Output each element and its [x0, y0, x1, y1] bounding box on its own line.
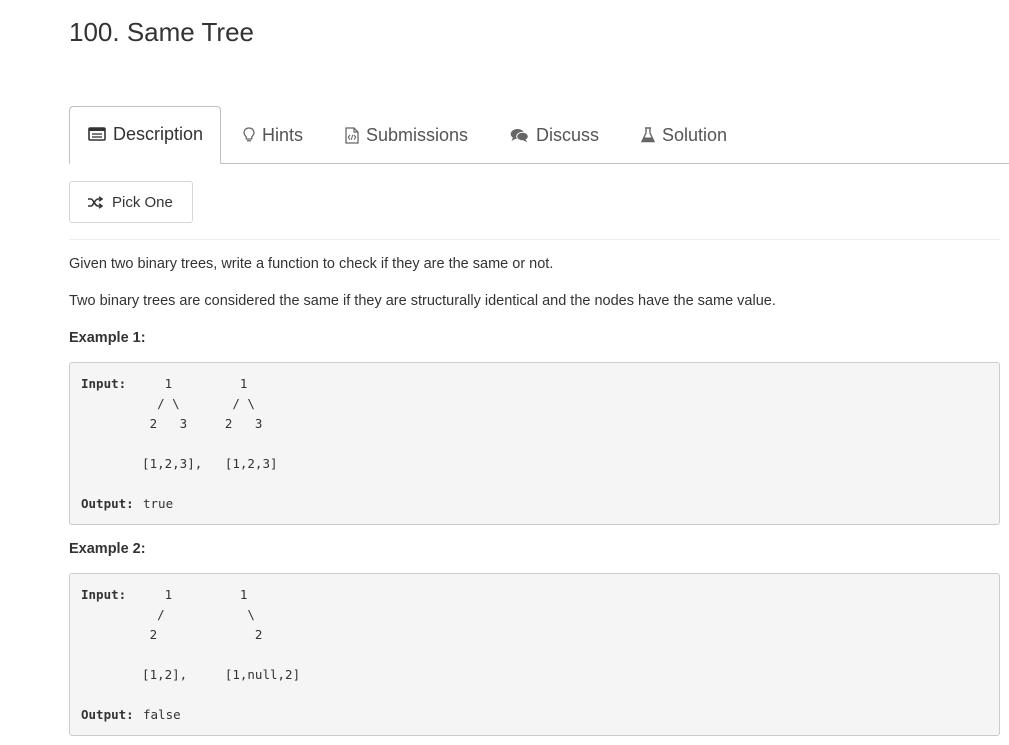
code-file-icon: [345, 126, 359, 144]
input-label: Input:: [81, 587, 127, 602]
output-label: Output:: [81, 496, 134, 511]
example-2-title: Example 2:: [69, 541, 146, 557]
tab-hints-label: Hints: [262, 124, 304, 145]
example-line: 2 3 2 3: [127, 416, 263, 431]
example-1-title: Example 1:: [69, 330, 146, 346]
tab-bar: Description Hints Submissions Discuss So…: [69, 106, 1009, 164]
shuffle-icon: [87, 195, 103, 209]
pick-one-button[interactable]: Pick One: [69, 181, 193, 223]
tab-solution[interactable]: Solution: [641, 106, 727, 164]
comments-icon: [510, 128, 529, 143]
example-line: / \ / \: [127, 396, 255, 411]
example-line: [1,2,3], [1,2,3]: [127, 456, 278, 471]
input-label: Input:: [81, 376, 127, 391]
output-value: false: [143, 707, 181, 722]
description-paragraph-1: Given two binary trees, write a function…: [69, 256, 554, 272]
tab-description[interactable]: Description: [69, 106, 222, 164]
page-title: 100. Same Tree: [69, 17, 254, 47]
output-label: Output:: [81, 707, 134, 722]
example-1-code-block: Input: 1 1 / \ / \ 2 3 2 3 [1,2,3], [1,2…: [69, 362, 1000, 525]
tab-solution-label: Solution: [662, 124, 728, 145]
example-2-code-block: Input: 1 1 / \ 2 2 [1,2], [1,null,2] Out…: [69, 573, 1000, 736]
example-line: 2 2: [127, 627, 263, 642]
example-line: 1 1: [127, 587, 248, 602]
flask-icon: [641, 127, 655, 143]
tab-hints[interactable]: Hints: [243, 106, 303, 164]
tab-description-label: Description: [113, 123, 204, 144]
tab-discuss[interactable]: Discuss: [510, 106, 599, 164]
tab-submissions-label: Submissions: [366, 124, 469, 145]
lightbulb-icon: [243, 127, 255, 143]
pick-one-label: Pick One: [112, 193, 173, 211]
output-value: true: [143, 496, 174, 511]
description-paragraph-2: Two binary trees are considered the same…: [69, 293, 776, 309]
description-icon: [88, 127, 106, 141]
example-line: / \: [127, 607, 255, 622]
tab-discuss-label: Discuss: [536, 124, 600, 145]
example-line: 1 1: [127, 376, 248, 391]
divider: [69, 239, 1000, 240]
tab-submissions[interactable]: Submissions: [345, 106, 468, 164]
example-line: [1,2], [1,null,2]: [127, 667, 301, 682]
